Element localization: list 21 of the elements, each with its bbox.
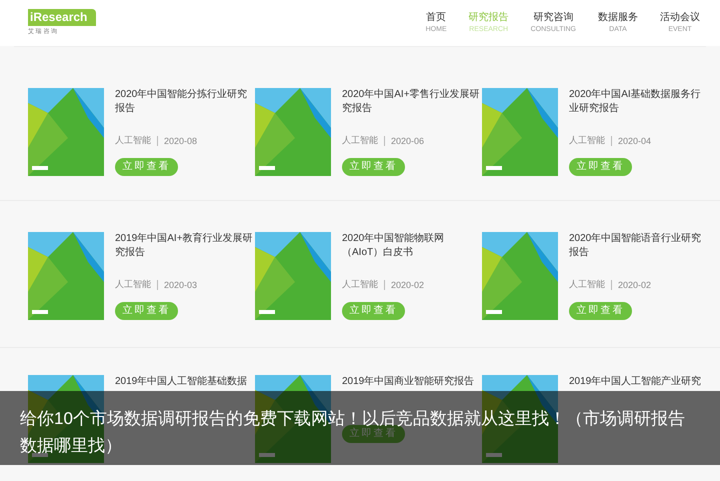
report-category: 人工智能 <box>115 278 151 291</box>
report-date: 2020-06 <box>384 136 424 146</box>
report-date: 2020-08 <box>157 136 198 146</box>
report-title[interactable]: 2020年中国智能语音行业研究报告 <box>569 232 709 260</box>
report-title[interactable]: 2020年中国AI基础数据服务行业研究报告 <box>569 88 709 116</box>
report-title[interactable]: 2019年中国AI+教育行业发展研究报告 <box>115 232 255 260</box>
report-title[interactable]: 2020年中国智能物联网（AIoT）白皮书 <box>342 232 482 260</box>
report-category: 人工智能 <box>115 134 151 147</box>
report-category: 人工智能 <box>569 134 605 147</box>
report-title[interactable]: 2020年中国AI+零售行业发展研究报告 <box>342 88 482 116</box>
report-category: 人工智能 <box>569 278 605 291</box>
report-date: 2020-04 <box>611 136 652 146</box>
report-category: 人工智能 <box>342 278 378 291</box>
report-date: 2020-03 <box>157 280 198 290</box>
report-title[interactable]: 2019年中国人工智能基础数据 <box>115 375 255 389</box>
report-date: 2020-02 <box>611 280 652 290</box>
report-date: 2020-02 <box>384 280 424 290</box>
report-title[interactable]: 2019年中国商业智能研究报告 <box>342 375 482 389</box>
report-category: 人工智能 <box>342 134 378 147</box>
report-title[interactable]: 2019年中国人工智能产业研究 <box>569 375 709 389</box>
report-title[interactable]: 2020年中国智能分拣行业研究报告 <box>115 88 255 116</box>
